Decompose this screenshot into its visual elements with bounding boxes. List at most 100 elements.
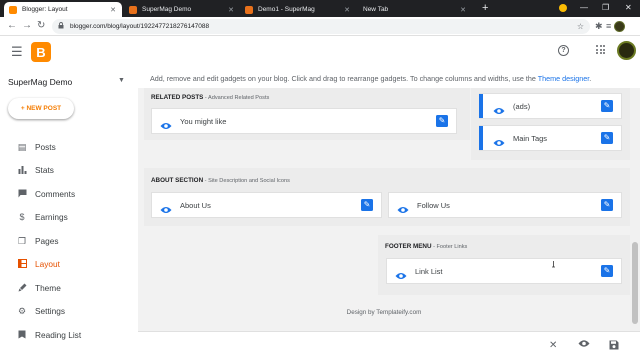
visibility-eye-icon[interactable] — [397, 201, 409, 213]
gadget-follow-us[interactable]: Follow Us ✎ — [388, 192, 622, 218]
tab-demo1-supermag[interactable]: Demo1 - SuperMag ✕ — [240, 2, 356, 17]
sidebar-item-label: Posts — [35, 142, 56, 152]
apps-grid-icon[interactable] — [596, 45, 605, 54]
sidebar-item-label: Theme — [35, 283, 61, 293]
lock-icon — [58, 22, 64, 31]
visibility-eye-icon[interactable] — [160, 117, 172, 129]
browser-toolbar: ← → ↻ blogger.com/blog/layout/1922477218… — [0, 17, 640, 36]
chevron-down-icon[interactable]: ▼ — [118, 77, 125, 84]
section-subtitle: - Site Description and Social Icons — [203, 178, 290, 184]
sidebar-item-pages[interactable]: ❐ Pages — [0, 231, 138, 251]
sidebar-item-label: Stats — [35, 165, 54, 175]
browser-profile-avatar[interactable] — [614, 21, 625, 32]
edit-pencil-icon[interactable]: ✎ — [361, 199, 373, 211]
browser-tab-strip: Blogger: Layout ✕ SuperMag Demo ✕ Demo1 … — [0, 0, 640, 17]
back-button[interactable]: ← — [7, 19, 17, 33]
bookmark-star-icon[interactable]: ☆ — [577, 22, 584, 31]
sidebar-item-reading-list[interactable]: Reading List — [0, 325, 138, 345]
help-icon[interactable]: ? — [558, 45, 569, 56]
media-control-icon[interactable]: ≡ — [606, 20, 611, 32]
maximize-button[interactable]: ❐ — [602, 1, 609, 15]
edit-pencil-icon[interactable]: ✎ — [436, 115, 448, 127]
instructions-text: Add, remove and edit gadgets on your blo… — [150, 74, 538, 83]
tab-new-tab[interactable]: New Tab ✕ — [356, 2, 472, 17]
tab-close-icon[interactable]: ✕ — [460, 6, 466, 14]
gadget-name: Link List — [415, 266, 443, 276]
instructions-suffix: . — [589, 74, 592, 83]
preview-eye-icon[interactable] — [578, 339, 590, 351]
tab-close-icon[interactable]: ✕ — [110, 6, 116, 14]
layout-icon — [17, 258, 27, 270]
edit-pencil-icon[interactable]: ✎ — [601, 265, 613, 277]
gadget-name: Follow Us — [417, 200, 450, 210]
sidebar-item-comments[interactable]: Comments — [0, 184, 138, 204]
profile-indicator-icon[interactable] — [559, 4, 567, 12]
section-title-text: RELATED POSTS — [151, 94, 204, 101]
settings-icon: ⚙ — [17, 305, 27, 316]
save-icon[interactable] — [609, 340, 619, 353]
visibility-eye-icon[interactable] — [493, 102, 505, 114]
section-title: RELATED POSTS - Advanced Related Posts — [151, 94, 269, 101]
extensions-icon[interactable]: ✱ — [595, 20, 603, 32]
blogger-favicon-icon — [9, 5, 17, 14]
gadget-you-might-like[interactable]: You might like ✎ — [151, 108, 457, 134]
app-header: ☰ — [0, 36, 640, 68]
gadget-link-list[interactable]: Link List ✎ — [386, 258, 622, 284]
edit-pencil-icon[interactable]: ✎ — [601, 100, 613, 112]
visibility-eye-icon[interactable] — [395, 267, 407, 279]
section-title: FOOTER MENU - Footer Links — [385, 243, 467, 250]
new-tab-button[interactable]: + — [482, 2, 488, 15]
gadget-name: You might like — [180, 116, 227, 126]
drag-handle[interactable] — [479, 126, 483, 150]
minimize-button[interactable]: — — [580, 1, 588, 15]
gadget-main-tags[interactable]: Main Tags ✎ — [479, 125, 622, 151]
visibility-eye-icon[interactable] — [493, 134, 505, 146]
design-credit: Design by Templateify.com — [346, 309, 422, 316]
tab-blogger-layout[interactable]: Blogger: Layout ✕ — [4, 2, 122, 17]
tab-title: Blogger: Layout — [22, 6, 68, 13]
edit-pencil-icon[interactable]: ✎ — [601, 199, 613, 211]
gadget-name: (ads) — [513, 101, 531, 111]
sidebar: SuperMag Demo ▼ + NEW POST ▤ Posts Stats… — [0, 68, 138, 360]
window-close-button[interactable]: ✕ — [625, 1, 632, 15]
sidebar-item-posts[interactable]: ▤ Posts — [0, 137, 138, 157]
sidebar-item-settings[interactable]: ⚙ Settings — [0, 301, 138, 321]
gadget-ads[interactable]: (ads) ✎ — [479, 93, 622, 119]
drag-handle[interactable] — [479, 94, 483, 118]
bottom-action-bar: ✕ — [138, 331, 640, 360]
tab-close-icon[interactable]: ✕ — [228, 6, 234, 14]
sidebar-item-earnings[interactable]: $ Earnings — [0, 207, 138, 227]
earnings-icon: $ — [19, 212, 25, 222]
gadget-about-us[interactable]: About Us ✎ — [151, 192, 382, 218]
tab-close-icon[interactable]: ✕ — [344, 6, 350, 14]
reload-button[interactable]: ↻ — [37, 19, 45, 33]
account-avatar[interactable] — [617, 41, 636, 60]
blogger-logo[interactable]: B — [31, 42, 51, 62]
edit-pencil-icon[interactable]: ✎ — [601, 132, 613, 144]
new-post-button[interactable]: + NEW POST — [8, 98, 74, 119]
blogger-favicon-icon — [129, 5, 137, 14]
visibility-eye-icon[interactable] — [160, 201, 172, 213]
section-subtitle: - Advanced Related Posts — [203, 95, 270, 101]
tab-title: New Tab — [363, 6, 389, 13]
sidebar-item-label: Settings — [35, 306, 65, 316]
blog-selector[interactable]: SuperMag Demo — [8, 77, 72, 87]
pages-icon: ❐ — [17, 235, 27, 246]
hamburger-menu-icon[interactable]: ☰ — [11, 45, 23, 58]
reading-list-icon — [17, 330, 27, 341]
tab-title: Demo1 - SuperMag — [258, 6, 315, 13]
sidebar-item-stats[interactable]: Stats — [0, 160, 138, 180]
tab-supermag-demo[interactable]: SuperMag Demo ✕ — [124, 2, 240, 17]
forward-button[interactable]: → — [22, 19, 32, 33]
sidebar-item-theme[interactable]: Theme — [0, 278, 138, 298]
url-text: blogger.com/blog/layout/1922477218276147… — [70, 23, 210, 30]
address-bar[interactable]: blogger.com/blog/layout/1922477218276147… — [52, 19, 590, 34]
sidebar-item-layout[interactable]: Layout — [0, 254, 138, 274]
close-icon[interactable]: ✕ — [549, 341, 557, 351]
gadget-name: About Us — [180, 200, 211, 210]
theme-designer-link[interactable]: Theme designer — [538, 74, 590, 83]
section-title-text: ABOUT SECTION — [151, 177, 204, 184]
section-title-text: FOOTER MENU — [385, 243, 432, 250]
layout-editor: Add, remove and edit gadgets on your blo… — [138, 68, 640, 360]
scrollbar-thumb[interactable] — [632, 242, 638, 324]
